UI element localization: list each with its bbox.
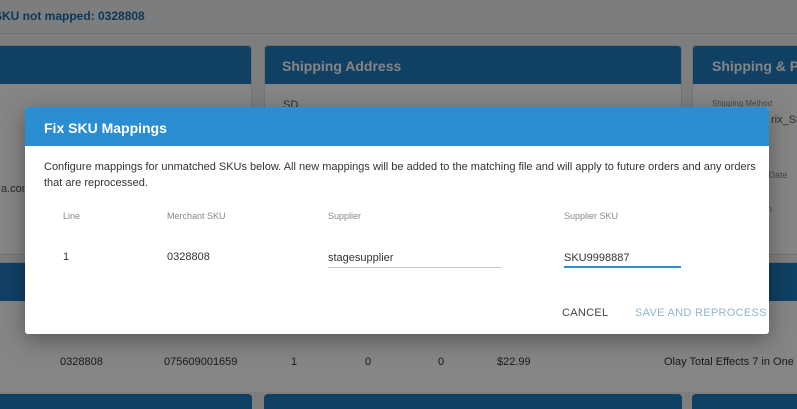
column-header-merchant-sku: Merchant SKU — [167, 211, 226, 221]
dialog-title: Fix SKU Mappings — [25, 107, 769, 146]
fix-sku-mappings-dialog: Fix SKU Mappings Configure mappings for … — [25, 107, 769, 334]
supplier-sku-input[interactable] — [564, 244, 681, 268]
row-line-number: 1 — [63, 251, 70, 263]
dialog-description: Configure mappings for unmatched SKUs be… — [44, 161, 756, 189]
column-header-supplier-sku: Supplier SKU — [564, 211, 619, 221]
column-header-line: Line — [63, 211, 81, 221]
supplier-input[interactable] — [328, 244, 502, 268]
save-and-reprocess-button[interactable]: SAVE AND REPROCESS — [635, 307, 767, 319]
row-merchant-sku: 0328808 — [167, 251, 210, 263]
column-header-supplier: Supplier — [328, 211, 362, 221]
cancel-button[interactable]: CANCEL — [562, 307, 608, 319]
